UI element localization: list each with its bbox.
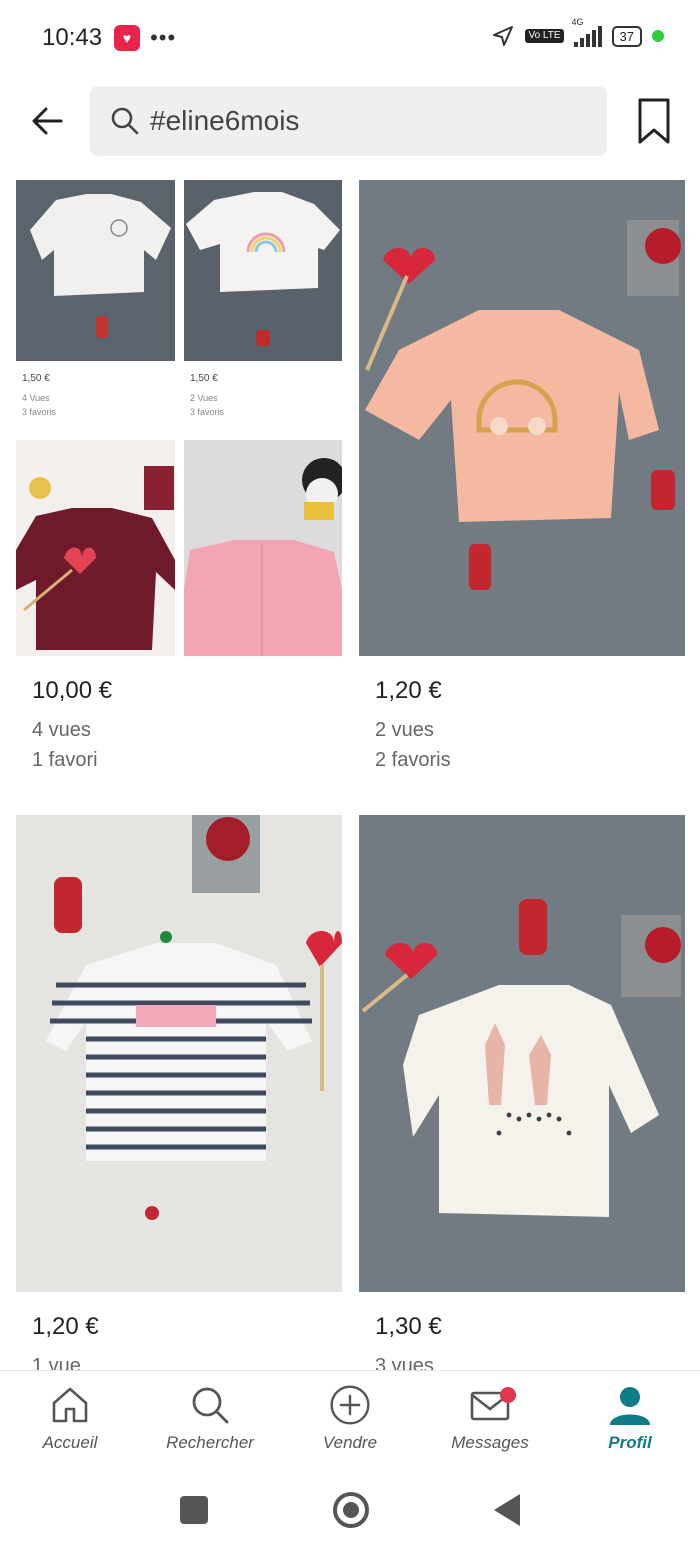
listing-price: 1,20 € (375, 677, 442, 704)
nav-label-home: Accueil (42, 1433, 98, 1452)
nav-sell[interactable]: Vendre (280, 1383, 420, 1453)
unread-badge (500, 1387, 516, 1403)
location-arrow-icon (493, 26, 514, 46)
nav-search[interactable]: Rechercher (140, 1383, 280, 1453)
status-bar: 10:43 ♥ ••• Vo LTE 4G 37 (0, 0, 700, 76)
bottom-navigation: Accueil Rechercher Vendre Messages Profi… (0, 1370, 700, 1470)
arrow-left-icon (32, 107, 63, 135)
giraffe-shirt-image (359, 815, 685, 1292)
white-shirt-image (16, 180, 175, 361)
nav-profile[interactable]: Profil (560, 1383, 700, 1453)
listing-price: 1,20 € (32, 1313, 99, 1340)
bundle-item-favorites: 3 favoris (190, 407, 225, 417)
network-type: 4G (571, 17, 584, 27)
bundle-item-favorites: 3 favoris (22, 407, 57, 417)
pink-cardigan-image (184, 440, 342, 656)
privacy-dot-icon (652, 30, 664, 42)
listing-photo[interactable] (16, 815, 342, 1292)
bundle-item-price: 1,50 € (190, 373, 218, 384)
status-icons: Vo LTE 4G 37 (491, 17, 664, 48)
search-icon (111, 107, 139, 135)
home-icon (52, 1387, 88, 1423)
bundle-item-price: 1,50 € (22, 373, 50, 384)
listing-photo[interactable] (16, 180, 175, 361)
system-back-button[interactable] (494, 1494, 520, 1526)
nav-label-sell: Vendre (322, 1433, 378, 1452)
search-icon (192, 1387, 229, 1424)
search-input[interactable]: #eline6mois (90, 86, 607, 156)
nav-messages[interactable]: Messages (420, 1383, 560, 1453)
battery-indicator: 37 (611, 25, 642, 47)
home-button[interactable] (333, 1492, 369, 1528)
rainbow-shirt-image (184, 180, 342, 361)
volte-icon: Vo LTE (525, 29, 564, 43)
listing-photo[interactable] (359, 180, 685, 656)
save-search-button[interactable] (632, 96, 676, 146)
listing-views: 2 vues (375, 719, 434, 741)
bundle-item-views: 4 Vues (22, 393, 50, 403)
listing-views: 4 vues (32, 719, 91, 741)
back-button[interactable] (24, 98, 70, 144)
listing-photo[interactable] (359, 815, 685, 1292)
listing-favorites: 2 favoris (375, 749, 451, 771)
listing-price: 1,30 € (375, 1313, 442, 1340)
listing-favorites: 1 favori (32, 749, 98, 771)
app-notification-icon: ♥ (114, 25, 141, 51)
nav-label-search: Rechercher (166, 1433, 254, 1452)
profile-icon (610, 1387, 650, 1425)
peach-shirt-image (359, 180, 685, 656)
listing-photo[interactable] (184, 440, 342, 656)
striped-shirt-image (16, 815, 342, 1292)
nav-label-messages: Messages (451, 1433, 529, 1452)
search-header: #eline6mois (0, 76, 700, 176)
nav-label-profile: Profil (608, 1433, 652, 1452)
recent-apps-button[interactable] (180, 1496, 208, 1524)
signal-icon: 4G (572, 17, 602, 47)
burgundy-sweater-image (16, 440, 175, 656)
status-time: 10:43 (42, 24, 103, 51)
search-query: #eline6mois (150, 105, 300, 136)
bookmark-icon (638, 98, 670, 144)
plus-circle-icon (330, 1385, 370, 1425)
more-notifications-icon: ••• (150, 25, 177, 50)
nav-home[interactable]: Accueil (0, 1383, 140, 1453)
listing-photo[interactable] (16, 440, 175, 656)
listing-photo[interactable] (184, 180, 342, 361)
bundle-item-views: 2 Vues (190, 393, 218, 403)
system-navigation (0, 1470, 700, 1556)
listing-price: 10,00 € (32, 677, 113, 704)
